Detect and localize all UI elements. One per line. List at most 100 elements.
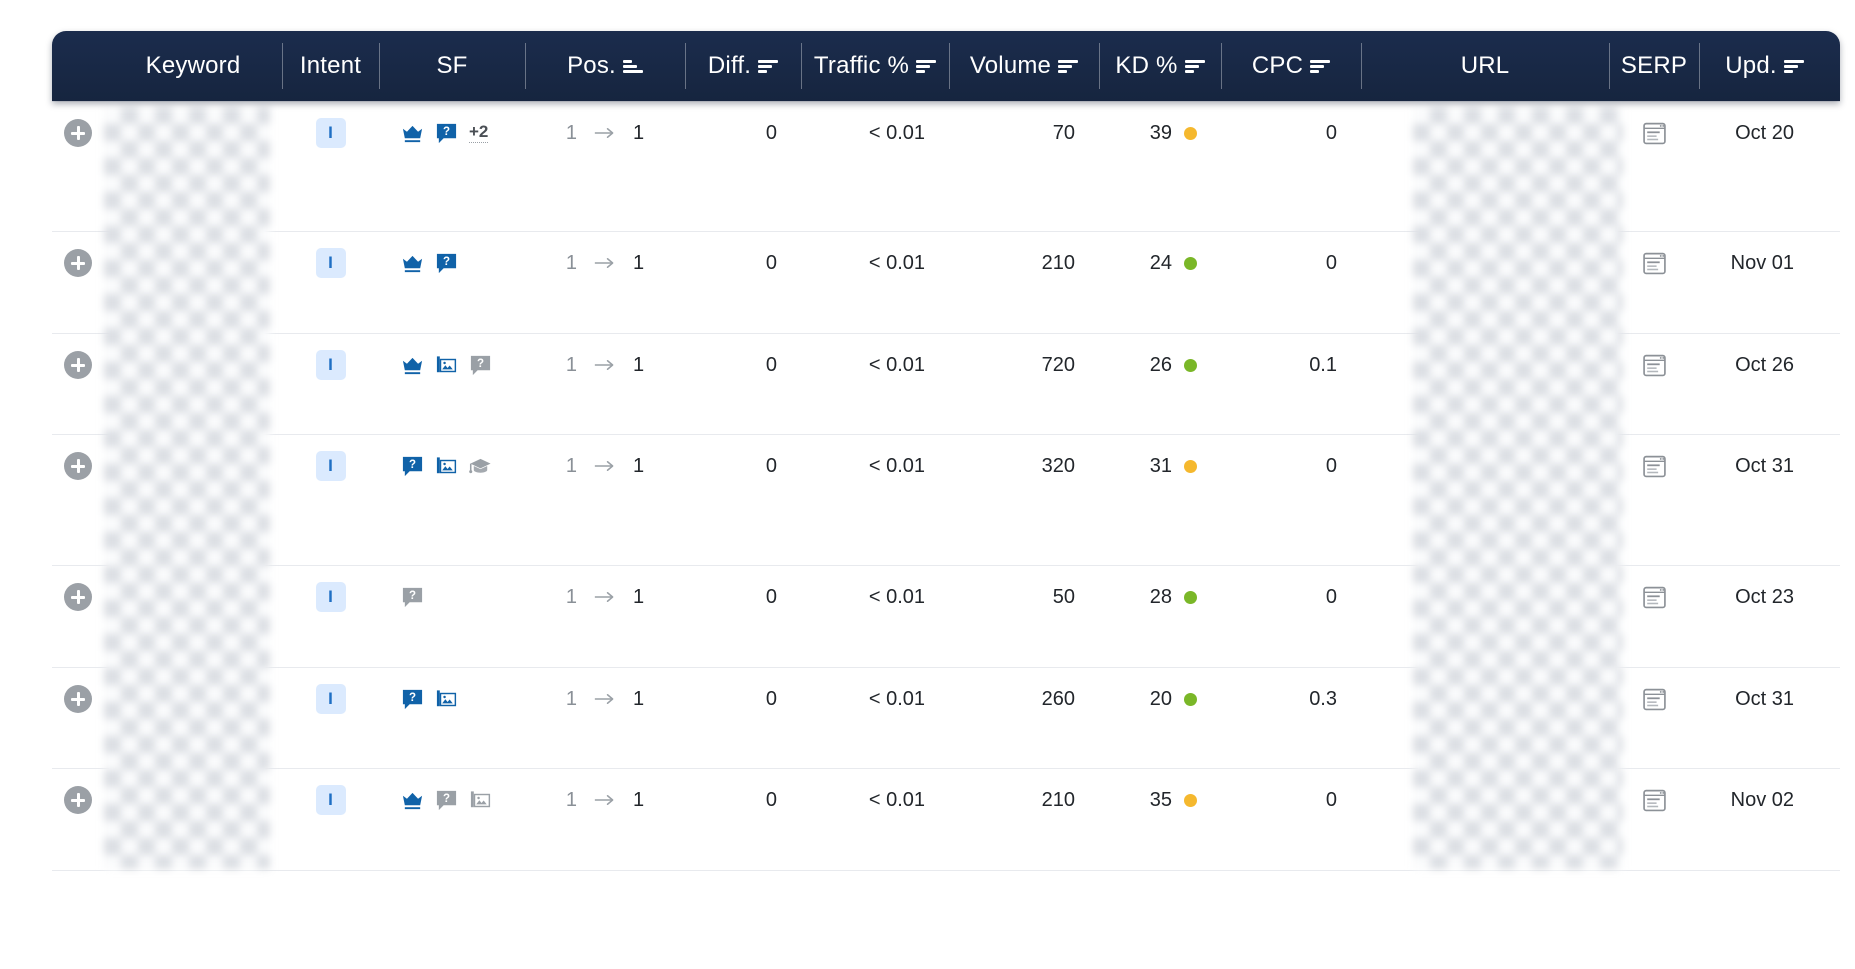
serp-preview-icon[interactable] (1642, 251, 1667, 276)
sort-ascending-icon[interactable] (622, 58, 643, 74)
intent-badge[interactable]: I (315, 582, 346, 612)
diff-cell: 0 (685, 769, 801, 831)
diff-value: 0 (765, 121, 777, 144)
row-expand-cell[interactable] (52, 566, 104, 628)
kd-cell: 39 (1099, 102, 1221, 164)
sf-icons-group: ? (379, 354, 492, 377)
add-keyword-button[interactable] (64, 583, 92, 611)
header-traffic[interactable]: Traffic % (801, 31, 949, 101)
traffic-cell: < 0.01 (801, 435, 949, 497)
header-keyword[interactable]: Keyword (104, 31, 282, 101)
updated-cell: Nov 01 (1699, 232, 1830, 294)
header-diff-label: Diff. (707, 52, 752, 79)
header-cpc[interactable]: CPC (1221, 31, 1361, 101)
knowledge-icon[interactable] (469, 455, 492, 478)
header-volume[interactable]: Volume (949, 31, 1099, 101)
crown-icon[interactable] (401, 122, 424, 145)
intent-badge[interactable]: I (315, 785, 346, 815)
header-diff[interactable]: Diff. (685, 31, 801, 101)
header-intent-label: Intent (299, 52, 362, 79)
sf-cell: ? (379, 566, 525, 628)
serp-preview-icon[interactable] (1642, 353, 1667, 378)
intent-badge[interactable]: I (315, 451, 346, 481)
serp-preview-icon[interactable] (1642, 687, 1667, 712)
intent-badge[interactable]: I (315, 118, 346, 148)
faq-icon[interactable]: ? (401, 688, 424, 711)
images-icon[interactable] (435, 455, 458, 478)
intent-badge[interactable]: I (315, 684, 346, 714)
position-cell: 1 1 (525, 102, 685, 164)
sf-icons-group: ? +2 (379, 122, 489, 145)
position-change: 1 1 (566, 789, 644, 812)
faq-icon[interactable]: ? (401, 455, 424, 478)
add-keyword-button[interactable] (64, 119, 92, 147)
serp-preview-icon[interactable] (1642, 121, 1667, 146)
intent-badge[interactable]: I (315, 350, 346, 380)
kd-difficulty-dot (1184, 692, 1197, 706)
sf-cell: ? (379, 668, 525, 730)
cpc-value: 0.1 (1309, 353, 1337, 376)
updated-date: Oct 23 (1735, 585, 1794, 608)
kd-group: 28 (1099, 586, 1221, 609)
images-icon[interactable] (435, 354, 458, 377)
keyword-redacted-overlay (104, 107, 270, 869)
cpc-value: 0 (1325, 788, 1337, 811)
add-keyword-button[interactable] (64, 685, 92, 713)
sort-descending-icon[interactable] (1310, 58, 1331, 74)
faq-icon[interactable]: ? (435, 789, 458, 812)
add-keyword-button[interactable] (64, 452, 92, 480)
serp-preview-icon[interactable] (1642, 585, 1667, 610)
row-expand-cell[interactable] (52, 668, 104, 730)
volume-value: 260 (1041, 687, 1075, 710)
cpc-value: 0.3 (1309, 687, 1337, 710)
sort-descending-icon[interactable] (758, 58, 779, 74)
sort-descending-icon[interactable] (1184, 58, 1205, 74)
sort-descending-icon[interactable] (916, 58, 937, 74)
crown-icon[interactable] (401, 789, 424, 812)
row-expand-cell[interactable] (52, 232, 104, 294)
kd-group: 39 (1099, 122, 1221, 145)
images-icon[interactable] (435, 688, 458, 711)
position-previous: 1 (565, 687, 577, 710)
intent-badge[interactable]: I (315, 248, 346, 278)
faq-icon[interactable]: ? (401, 586, 424, 609)
row-expand-cell[interactable] (52, 435, 104, 497)
add-keyword-button[interactable] (64, 351, 92, 379)
updated-date: Oct 31 (1735, 454, 1794, 477)
row-expand-cell[interactable] (52, 334, 104, 396)
faq-icon[interactable]: ? (435, 252, 458, 275)
svg-text:?: ? (443, 792, 450, 804)
faq-icon[interactable]: ? (435, 122, 458, 145)
position-cell: 1 1 (525, 566, 685, 628)
header-kd[interactable]: KD % (1099, 31, 1221, 101)
arrow-right-icon (594, 795, 614, 805)
kd-group: 35 (1099, 789, 1221, 812)
header-sf[interactable]: SF (379, 31, 525, 101)
add-keyword-button[interactable] (64, 786, 92, 814)
serp-preview-icon[interactable] (1642, 788, 1667, 813)
sort-descending-icon[interactable] (1783, 58, 1804, 74)
crown-icon[interactable] (401, 354, 424, 377)
updated-date: Nov 01 (1730, 251, 1794, 274)
row-expand-cell[interactable] (52, 769, 104, 831)
serp-preview-icon[interactable] (1642, 454, 1667, 479)
crown-icon[interactable] (401, 252, 424, 275)
images-icon[interactable] (469, 789, 492, 812)
add-keyword-button[interactable] (64, 249, 92, 277)
header-upd[interactable]: Upd. (1699, 31, 1830, 101)
kd-difficulty-dot (1184, 590, 1197, 604)
sort-descending-icon[interactable] (1058, 58, 1079, 74)
kd-difficulty-dot (1184, 459, 1197, 473)
position-change: 1 1 (566, 122, 644, 145)
sf-cell: ? (379, 232, 525, 294)
cpc-cell: 0.3 (1221, 668, 1361, 730)
kd-value: 26 (1149, 353, 1172, 376)
cpc-value: 0 (1325, 251, 1337, 274)
sf-more-count[interactable]: +2 (469, 122, 489, 143)
faq-icon[interactable]: ? (469, 354, 492, 377)
header-intent[interactable]: Intent (282, 31, 379, 101)
header-pos[interactable]: Pos. (525, 31, 685, 101)
row-expand-cell[interactable] (52, 102, 104, 164)
header-url[interactable]: URL (1361, 31, 1609, 101)
header-serp[interactable]: SERP (1609, 31, 1699, 101)
